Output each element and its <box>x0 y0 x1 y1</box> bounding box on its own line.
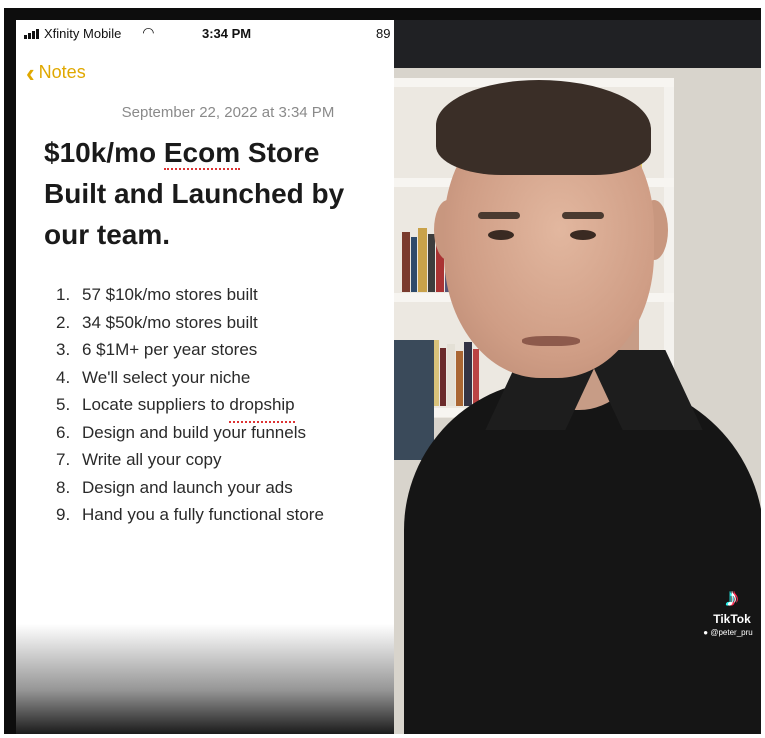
creator-handle: ● @peter_pru <box>703 628 753 637</box>
signal-icon <box>24 29 39 39</box>
tiktok-logo-icon: ♪ <box>725 582 739 612</box>
video-frame[interactable]: ♪ TikTok ● @peter_pru <box>394 20 761 734</box>
note-title[interactable]: $10k/mo Ecom Store Built and Launched by… <box>44 132 384 255</box>
list-item: 8. Design and launch your ads <box>56 477 293 497</box>
notes-screenshot: Xfinity Mobile ◠ 3:34 PM 89 ‹ Notes Sept… <box>16 20 394 734</box>
list-item: 4. We'll select your niche <box>56 367 251 387</box>
tiktok-watermark: ♪ TikTok ● @peter_pru <box>703 582 760 637</box>
misspelled-word: dropship <box>229 395 295 423</box>
eye <box>570 230 596 240</box>
screenshot-frame: Xfinity Mobile ◠ 3:34 PM 89 ‹ Notes Sept… <box>4 8 761 734</box>
note-list[interactable]: 1. 57 $10k/mo stores built 2. 34 $50k/mo s… <box>56 285 324 533</box>
status-bar: Xfinity Mobile ◠ 3:34 PM 89 <box>16 20 394 46</box>
tiktok-label: TikTok <box>713 612 751 626</box>
list-item: 2. 34 $50k/mo stores built <box>56 312 258 332</box>
status-time: 3:34 PM <box>202 26 252 41</box>
back-button[interactable]: ‹ Notes <box>26 57 86 88</box>
chevron-left-icon: ‹ <box>26 57 35 88</box>
hair <box>436 80 651 175</box>
eyebrow <box>478 212 520 219</box>
shirt <box>404 380 761 734</box>
bottom-fade <box>16 624 394 734</box>
title-misspelled-word: Ecom <box>163 137 241 170</box>
list-item: 5. Locate suppliers to dropship <box>56 395 324 423</box>
eye <box>488 230 514 240</box>
note-date: September 22, 2022 at 3:34 PM <box>121 104 335 121</box>
mouth <box>522 336 580 346</box>
carrier-name: Xfinity Mobile <box>44 26 122 41</box>
list-item: 3. 6 $1M+ per year stores <box>56 340 258 359</box>
list-item: 9. Hand you a fully functional store <box>56 505 324 524</box>
list-item: 7. Write all your copy <box>56 450 222 469</box>
title-text: $10k/mo <box>44 137 164 168</box>
back-label: Notes <box>38 62 86 82</box>
list-item: 1. 57 $10k/mo stores built <box>56 285 258 304</box>
list-item: 6. Design and build your funnels <box>56 422 306 442</box>
wifi-icon: ◠ <box>143 24 154 40</box>
battery-percent: 89 <box>376 26 391 41</box>
eyebrow <box>562 212 604 219</box>
